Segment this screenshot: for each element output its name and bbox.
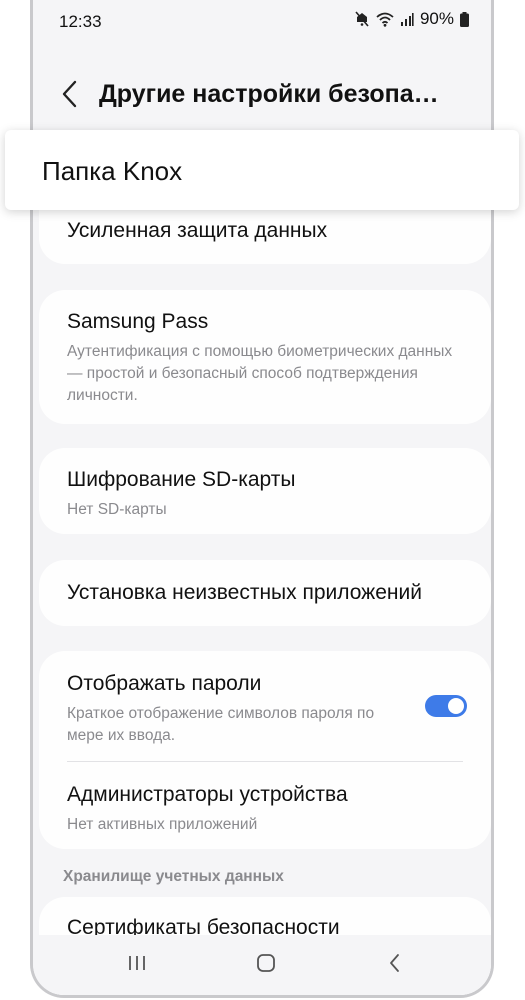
divider	[67, 761, 463, 762]
status-bar: 12:33 90%	[33, 0, 491, 44]
unknown-apps-title: Установка неизвестных приложений	[67, 581, 422, 604]
section-header-credential-storage: Хранилище учетных данных	[63, 868, 284, 885]
card-passwords-admins: Отображать пароли Краткое отображение си…	[39, 651, 491, 849]
sd-encryption-title: Шифрование SD-карты	[67, 468, 296, 491]
navigation-bar	[33, 935, 491, 995]
app-header: Другие настройки безопа…	[33, 60, 491, 130]
status-icons: 90%	[354, 9, 469, 29]
home-icon[interactable]	[255, 953, 277, 978]
card-unknown-apps[interactable]: Установка неизвестных приложений	[39, 560, 491, 626]
card-samsung-pass[interactable]: Samsung Pass Аутентификация с помощью би…	[39, 290, 491, 424]
battery-icon	[460, 11, 469, 27]
show-passwords-toggle[interactable]	[425, 695, 467, 717]
show-passwords-title: Отображать пароли	[67, 672, 262, 695]
sd-encryption-subtitle: Нет SD-карты	[67, 501, 167, 518]
knox-folder-popup[interactable]: Папка Knox	[5, 130, 519, 210]
device-admins-subtitle: Нет активных приложений	[67, 816, 258, 833]
show-passwords-subtitle: Краткое отображение символов пароля по м…	[67, 705, 375, 744]
recents-icon[interactable]	[127, 953, 147, 978]
toggle-knob	[448, 698, 464, 714]
device-admins-title: Администраторы устройства	[67, 783, 348, 806]
back-nav-icon[interactable]	[387, 953, 403, 978]
wifi-icon	[376, 12, 394, 27]
signal-icon	[400, 12, 414, 27]
device-admins-row[interactable]: Администраторы устройства Нет активных п…	[67, 782, 463, 836]
battery-percent: 90%	[419, 9, 454, 28]
mute-icon	[354, 11, 370, 27]
status-time: 12:33	[59, 12, 102, 31]
card-sd-encryption[interactable]: Шифрование SD-карты Нет SD-карты	[39, 448, 491, 534]
show-passwords-row[interactable]: Отображать пароли Краткое отображение си…	[67, 671, 401, 747]
back-arrow-icon[interactable]	[55, 74, 85, 114]
page-title: Другие настройки безопа…	[99, 80, 439, 108]
knox-folder-label: Папка Knox	[42, 156, 183, 186]
samsung-pass-subtitle: Аутентификация с помощью биометрических …	[67, 343, 453, 404]
enhanced-protection-title: Усиленная защита данных	[67, 219, 328, 242]
samsung-pass-title: Samsung Pass	[67, 310, 209, 333]
